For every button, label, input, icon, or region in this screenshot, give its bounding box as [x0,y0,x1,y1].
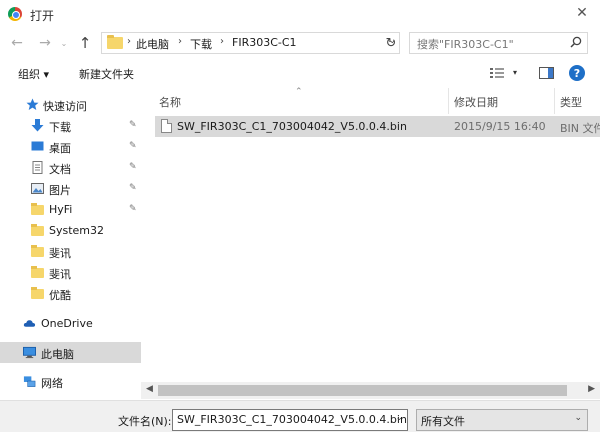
breadcrumb-downloads[interactable]: 下载 [190,36,212,52]
document-icon [32,161,43,174]
sidebar-item-label: 优酷 [49,289,71,302]
folder-icon [31,203,44,215]
breadcrumb-separator[interactable]: › [178,36,182,47]
sidebar-item-label: OneDrive [41,317,93,330]
sidebar-item-label: 斐讯 [49,247,71,260]
filename-input[interactable]: SW_FIR303C_C1_703004042_V5.0.0.4.bin ⌄ [172,409,408,431]
close-button[interactable]: ✕ [570,2,594,24]
search-icon[interactable] [570,36,582,48]
folder-icon [31,266,44,278]
sidebar-item-hyfi[interactable]: HyFi ✎ [0,199,141,220]
view-options-icon[interactable] [490,67,504,79]
window-title: 打开 [30,9,55,23]
sidebar-item-system32[interactable]: System32 [0,220,141,241]
view-dropdown[interactable]: ▾ [513,68,517,77]
breadcrumb-separator[interactable]: › [127,36,131,47]
sidebar-item-label: 斐讯 [49,268,71,281]
filename-bar: 文件名(N): SW_FIR303C_C1_703004042_V5.0.0.4… [0,400,600,432]
file-modified-date: 2015/9/15 16:40 [454,120,546,133]
sidebar-item-pictures[interactable]: 图片 ✎ [0,178,141,199]
filetype-value: 所有文件 [421,415,465,428]
preview-pane-icon[interactable] [539,67,554,79]
download-icon [31,119,44,132]
pin-icon[interactable]: ✎ [129,183,137,193]
file-type: BIN 文件 [560,122,600,135]
up-button[interactable]: ↑ [76,34,94,52]
navigation-pane: 快速访问 下载 ✎ 桌面 ✎ 文档 ✎ 图片 ✎ HyFi ✎ System32… [0,88,141,400]
pin-icon[interactable]: ✎ [129,120,137,130]
filename-dropdown[interactable]: ⌄ [395,413,403,423]
sidebar-item-label: HyFi [49,203,73,216]
sidebar-item-label: 图片 [49,184,71,197]
organize-button[interactable]: 组织 ▾ [18,66,49,82]
breadcrumb-separator[interactable]: › [220,36,224,47]
new-folder-button[interactable]: 新建文件夹 [79,66,134,82]
sidebar-item-network[interactable]: 网络 [0,371,141,392]
sidebar-item-label: 快速访问 [43,100,87,113]
filename-value[interactable]: SW_FIR303C_C1_703004042_V5.0.0.4.bin [177,413,407,426]
sidebar-item-desktop[interactable]: 桌面 ✎ [0,136,141,157]
sidebar-item-label: 桌面 [49,142,71,155]
recent-locations-dropdown[interactable]: ⌄ [58,34,70,52]
picture-icon [31,183,44,194]
column-header-type[interactable]: 类型 [560,94,582,110]
scroll-left-button[interactable]: ◀ [146,384,153,394]
column-divider[interactable] [448,88,449,114]
filetype-dropdown[interactable]: ⌄ [574,413,582,423]
filetype-select[interactable]: 所有文件 ⌄ [416,409,588,431]
sidebar-item-label: 网络 [41,377,63,390]
breadcrumb-current-folder[interactable]: FIR303C-C1 [232,36,297,49]
sidebar-item-label: 下载 [49,121,71,134]
command-toolbar: 组织 ▾ 新建文件夹 ▾ ? [0,60,600,88]
file-name: SW_FIR303C_C1_703004042_V5.0.0.4.bin [177,120,407,133]
sidebar-item-onedrive[interactable]: OneDrive [0,313,141,334]
sidebar-item-phicomm-2[interactable]: 斐讯 [0,262,141,283]
desktop-icon [31,141,44,151]
folder-icon [107,35,123,49]
star-icon [26,98,39,110]
network-icon [23,376,36,387]
column-header-name[interactable]: 名称 [159,94,181,110]
search-input[interactable]: 搜索"FIR303C-C1" [417,36,514,52]
cloud-icon [23,320,36,327]
sidebar-item-label: 文档 [49,163,71,176]
refresh-button[interactable]: ↻ [382,33,400,53]
pin-icon[interactable]: ✎ [129,204,137,214]
filename-label: 文件名(N): [118,415,172,428]
forward-button[interactable]: → [36,34,54,52]
folder-icon [31,287,44,299]
chrome-icon [8,7,22,21]
sidebar-item-youku[interactable]: 优酷 [0,283,141,304]
column-header-date[interactable]: 修改日期 [454,94,498,110]
sidebar-item-quick-access[interactable]: 快速访问 [0,94,141,115]
folder-icon [31,224,44,236]
sidebar-item-label: 此电脑 [41,348,74,361]
breadcrumb-this-pc[interactable]: 此电脑 [136,36,169,52]
file-icon [161,119,172,133]
sidebar-item-phicomm[interactable]: 斐讯 [0,241,141,262]
title-bar: 打开 ✕ [0,0,600,28]
help-button[interactable]: ? [569,65,585,81]
back-button[interactable]: ← [8,34,26,52]
sidebar-item-downloads[interactable]: 下载 ✎ [0,115,141,136]
horizontal-scrollbar[interactable]: ◀ ▶ [141,382,600,399]
pin-icon[interactable]: ✎ [129,141,137,151]
sidebar-item-documents[interactable]: 文档 ✎ [0,157,141,178]
sidebar-item-this-pc[interactable]: 此电脑 [0,342,141,363]
navigation-bar: ← → ⌄ ↑ › 此电脑 › 下载 › FIR303C-C1 ⌄ ↻ 搜索"F… [0,28,600,60]
address-bar[interactable]: › 此电脑 › 下载 › FIR303C-C1 ⌄ [101,32,400,54]
pin-icon[interactable]: ✎ [129,162,137,172]
folder-icon [31,245,44,257]
computer-icon [23,346,36,359]
table-row[interactable]: SW_FIR303C_C1_703004042_V5.0.0.4.bin 201… [155,116,600,137]
scroll-right-button[interactable]: ▶ [588,384,595,394]
file-list: ⌃ 名称 修改日期 类型 SW_FIR303C_C1_703004042_V5.… [141,87,600,400]
search-box[interactable]: 搜索"FIR303C-C1" [409,32,588,54]
sort-ascending-icon: ⌃ [295,87,303,97]
scrollbar-thumb[interactable] [158,385,567,396]
column-divider[interactable] [554,88,555,114]
sidebar-item-label: System32 [49,224,105,237]
